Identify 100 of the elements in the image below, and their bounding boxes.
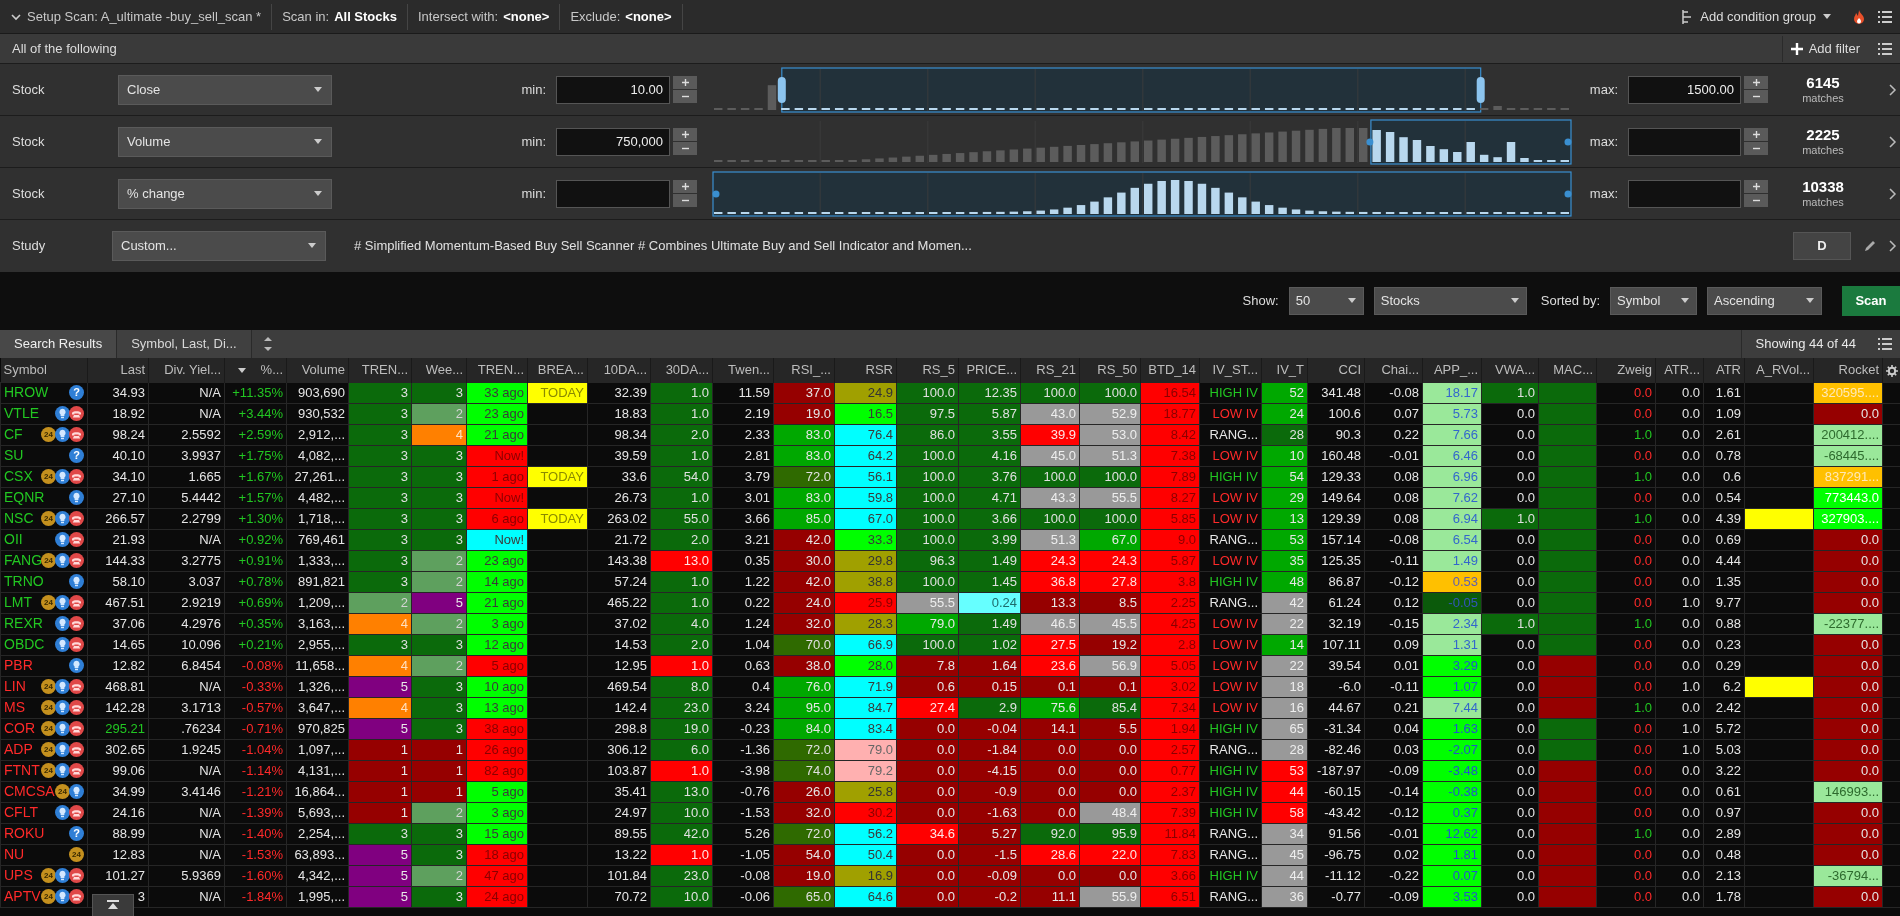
chevron-right-icon[interactable] (1889, 240, 1897, 252)
symbol-link[interactable]: LMT (4, 593, 32, 612)
input-field[interactable]: 750,000 (556, 127, 670, 156)
column-header[interactable]: Chai... (1364, 358, 1423, 382)
range-handle[interactable] (1366, 138, 1374, 145)
increment-button[interactable] (1744, 180, 1768, 193)
symbol-link[interactable]: FTNT (4, 761, 40, 780)
decrement-button[interactable] (673, 90, 697, 103)
column-header[interactable]: TREN... (466, 358, 528, 382)
input-field[interactable] (1628, 179, 1741, 208)
intersect-dropdown[interactable]: Intersect with: <none> (408, 3, 561, 30)
column-header[interactable]: RSI_... (773, 358, 835, 382)
symbol-link[interactable]: HROW (4, 383, 49, 402)
decrement-button[interactable] (673, 142, 697, 155)
scan-in-dropdown[interactable]: Scan in: All Stocks (272, 3, 408, 30)
column-header[interactable]: 10DA... (587, 358, 651, 382)
range-handle[interactable] (1564, 190, 1572, 197)
range-selection[interactable] (781, 66, 1482, 113)
increment-button[interactable] (673, 180, 697, 193)
decrement-button[interactable] (1744, 194, 1768, 207)
input-field[interactable]: 10.00 (556, 75, 670, 104)
range-handle[interactable] (712, 190, 720, 197)
column-header[interactable]: APP_... (1422, 358, 1482, 382)
column-header[interactable]: BTD_14 (1140, 358, 1200, 382)
results-tab[interactable]: Search Results (0, 330, 118, 358)
symbol-link[interactable]: APTV (4, 887, 41, 906)
column-header[interactable]: VWA... (1481, 358, 1539, 382)
pencil-icon[interactable] (1863, 239, 1877, 253)
column-header[interactable]: RSR (834, 358, 897, 382)
sort-field-dropdown[interactable]: Symbol (1610, 287, 1697, 315)
column-header[interactable]: Div. Yiel... (148, 358, 225, 382)
settings-icon[interactable] (1886, 364, 1898, 377)
input-field[interactable]: 1500.00 (1628, 75, 1741, 104)
column-header[interactable]: MAC... (1538, 358, 1597, 382)
flame-icon[interactable] (1852, 8, 1866, 25)
column-header[interactable]: Wee... (411, 358, 467, 382)
menu-icon[interactable] (1878, 8, 1892, 25)
scan-title-dropdown[interactable]: Setup Scan: A_ultimate -buy_sell_scan * (0, 3, 273, 30)
decrement-button[interactable] (1744, 90, 1768, 103)
symbol-link[interactable]: FANG (4, 551, 43, 570)
exclude-dropdown[interactable]: Exclude: <none> (560, 3, 683, 30)
column-header[interactable]: RS_50 (1079, 358, 1141, 382)
symbol-link[interactable]: UPS (4, 866, 33, 885)
column-header[interactable]: Twen... (712, 358, 774, 382)
column-header[interactable]: ATR (1703, 358, 1745, 382)
symbol-link[interactable]: CF (4, 425, 23, 444)
symbol-link[interactable]: ROKU (4, 824, 45, 843)
column-header[interactable]: Volume (286, 358, 349, 382)
column-header[interactable]: A_RVol... (1744, 358, 1814, 382)
column-header[interactable]: BREA... (527, 358, 588, 382)
increment-button[interactable] (673, 76, 697, 89)
input-field[interactable] (1628, 127, 1741, 156)
symbol-link[interactable]: OII (4, 530, 23, 549)
increment-button[interactable] (1744, 76, 1768, 89)
symbol-link[interactable]: CMCSA (4, 782, 55, 801)
add-filter-button[interactable]: Add filter (1781, 35, 1868, 62)
symbol-link[interactable]: NSC (4, 509, 34, 528)
column-header[interactable]: TREN... (348, 358, 412, 382)
column-header[interactable]: PRICE... (958, 358, 1021, 382)
symbol-link[interactable]: ADP (4, 740, 33, 759)
column-header[interactable]: ATR... (1655, 358, 1704, 382)
increment-button[interactable] (673, 128, 697, 141)
menu-icon[interactable] (1878, 40, 1892, 57)
column-header[interactable]: RS_5 (896, 358, 959, 382)
field-dropdown[interactable]: Volume (118, 126, 332, 157)
show-dropdown[interactable]: 50 (1288, 287, 1364, 315)
column-header[interactable]: IV_ST... (1199, 358, 1262, 382)
input-field[interactable] (556, 179, 670, 208)
column-header[interactable]: Symbol (0, 358, 88, 382)
column-header[interactable]: IV_T (1261, 358, 1308, 382)
column-header[interactable]: RS_21 (1020, 358, 1080, 382)
increment-button[interactable] (1744, 128, 1768, 141)
range-handle[interactable] (1476, 76, 1485, 103)
range-handle[interactable] (1564, 138, 1572, 145)
column-header[interactable]: Zweig (1596, 358, 1656, 382)
symbol-link[interactable]: CSX (4, 467, 33, 486)
menu-icon[interactable] (1878, 336, 1892, 352)
symbol-link[interactable]: NU (4, 845, 25, 864)
study-dropdown[interactable]: Custom... (112, 231, 326, 261)
d-button[interactable]: D (1793, 232, 1851, 260)
chevron-right-icon[interactable] (1889, 187, 1897, 200)
sort-order-dropdown[interactable]: Ascending (1707, 287, 1822, 315)
add-condition-group-button[interactable]: Add condition group (1672, 3, 1840, 30)
field-dropdown[interactable]: % change (118, 178, 332, 209)
scan-button[interactable]: Scan (1842, 286, 1900, 316)
scroll-top-button[interactable] (92, 894, 134, 916)
symbol-link[interactable]: COR (4, 719, 36, 738)
field-dropdown[interactable]: Close (118, 74, 332, 105)
column-header[interactable]: 30DA... (650, 358, 713, 382)
symbol-link[interactable]: MS (4, 698, 25, 717)
column-header[interactable]: CCI (1307, 358, 1365, 382)
chevron-right-icon[interactable] (1889, 83, 1897, 96)
column-header[interactable]: Last (87, 358, 149, 382)
decrement-button[interactable] (673, 194, 697, 207)
symbol-link[interactable]: SU (4, 446, 24, 465)
range-handle[interactable] (777, 76, 786, 103)
decrement-button[interactable] (1744, 142, 1768, 155)
column-header[interactable]: Rocket (1813, 358, 1883, 382)
symbol-link[interactable]: LIN (4, 677, 26, 696)
chevron-right-icon[interactable] (1889, 135, 1897, 148)
